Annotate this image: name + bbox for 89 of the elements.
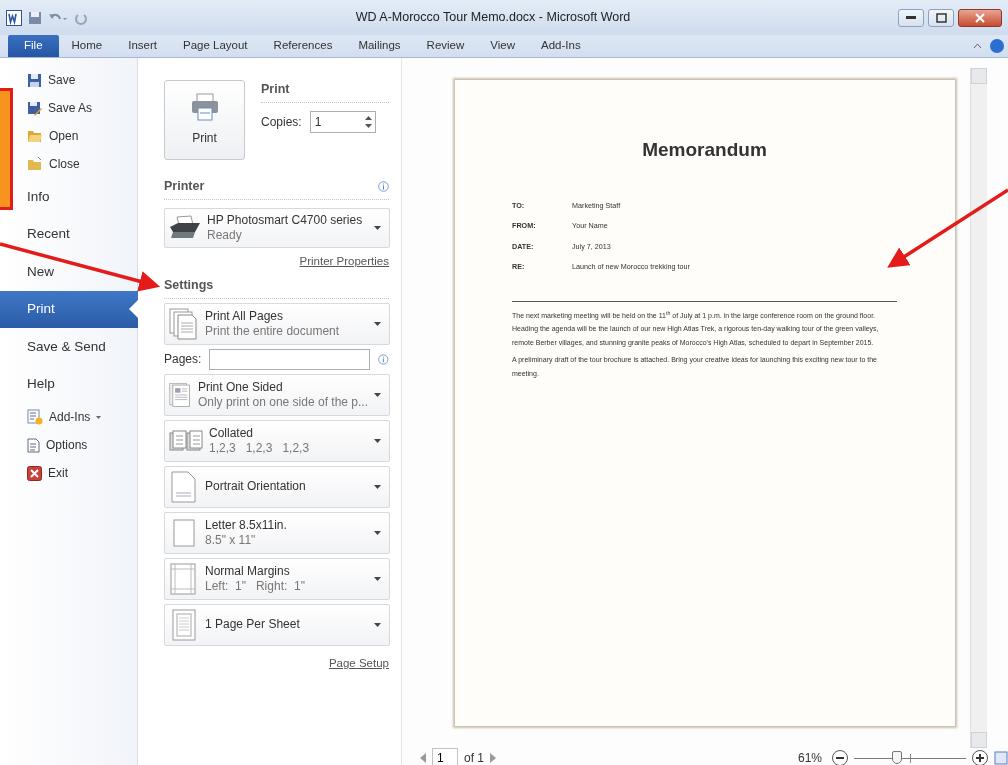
menu-item[interactable]: Close bbox=[16, 150, 138, 178]
zoom-out-button[interactable] bbox=[832, 750, 848, 765]
menu-item[interactable]: New bbox=[16, 253, 138, 291]
info-icon[interactable] bbox=[378, 353, 389, 365]
dropdown-arrow-icon bbox=[374, 438, 381, 443]
ribbon-tab[interactable]: Mailings bbox=[345, 35, 414, 57]
printer-icon bbox=[189, 93, 220, 121]
save-icon[interactable] bbox=[28, 10, 42, 25]
menu-item[interactable]: Save bbox=[16, 66, 138, 94]
ribbon-tab[interactable]: References bbox=[260, 35, 346, 57]
slider-thumb[interactable] bbox=[891, 751, 902, 764]
printer-properties-link[interactable]: Printer Properties bbox=[299, 252, 389, 270]
previous-page-icon[interactable] bbox=[420, 753, 426, 763]
dropdown-arrow-icon bbox=[374, 576, 381, 581]
page-count: of 1 bbox=[464, 750, 484, 765]
window-title: WD A-Morocco Tour Memo.docx - Microsoft Word bbox=[354, 9, 632, 27]
printer-icon bbox=[169, 214, 201, 241]
settings-dropdown[interactable]: Normal Margins Left: 1" Right: 1" bbox=[164, 557, 390, 600]
folder-icon bbox=[27, 157, 43, 171]
menu-item[interactable]: Open bbox=[16, 122, 138, 150]
settings-dropdown[interactable]: Portrait Orientation bbox=[164, 465, 390, 508]
section-heading: Printer bbox=[164, 178, 205, 195]
settings-dropdown[interactable]: Print One Sided Only print on one side of the p... bbox=[164, 373, 390, 416]
floppy-pencil-icon bbox=[27, 100, 42, 116]
word-logo-icon bbox=[6, 9, 22, 26]
dropdown-arrow-icon bbox=[374, 321, 381, 326]
maximize-button[interactable] bbox=[928, 8, 954, 27]
settings-dropdown[interactable]: Letter 8.5x11in. 8.5" x 11" bbox=[164, 511, 390, 554]
close-icon bbox=[975, 12, 985, 23]
minimize-icon bbox=[906, 15, 916, 20]
dropdown-arrow-icon bbox=[374, 392, 381, 397]
close-button[interactable] bbox=[958, 8, 1002, 27]
menu-item[interactable]: Options bbox=[16, 431, 138, 459]
menu-item[interactable]: Exit bbox=[16, 459, 138, 487]
folder-icon bbox=[27, 129, 43, 143]
ribbon-tab[interactable]: Insert bbox=[115, 35, 170, 57]
dropdown-arrow-icon bbox=[374, 225, 381, 230]
page-setup-link[interactable]: Page Setup bbox=[328, 654, 389, 672]
stacked-pages-icon bbox=[169, 307, 199, 340]
page-icon bbox=[169, 608, 199, 641]
checklist-gear-icon bbox=[27, 409, 43, 425]
menu-item[interactable]: Save As bbox=[16, 94, 138, 122]
document-icon bbox=[27, 437, 40, 453]
print-button[interactable]: Print bbox=[164, 80, 245, 160]
dropdown-arrow-icon bbox=[374, 484, 381, 489]
menu-item[interactable]: Help bbox=[16, 365, 138, 403]
next-page-icon[interactable] bbox=[490, 753, 496, 763]
section-heading: Settings bbox=[164, 276, 389, 299]
ribbon-tab[interactable]: Home bbox=[58, 35, 116, 57]
page-number-field[interactable]: 1 bbox=[432, 748, 458, 765]
vertical-scrollbar[interactable] bbox=[970, 68, 987, 748]
printer-dropdown[interactable]: HP Photosmart C4700 series Ready bbox=[164, 207, 390, 248]
collated-pages-icon bbox=[169, 429, 203, 452]
ribbon-tab[interactable]: Page Layout bbox=[170, 35, 261, 57]
close-icon bbox=[27, 465, 42, 481]
pages-label: Pages: bbox=[164, 351, 202, 369]
ribbon-tab[interactable]: View bbox=[477, 35, 528, 57]
copies-label: Copies: bbox=[261, 113, 302, 131]
zoom-percent: 61% bbox=[797, 750, 822, 765]
menu-item[interactable]: Info bbox=[16, 178, 138, 216]
menu-item[interactable]: Print bbox=[0, 290, 138, 328]
memo-title: Memorandum bbox=[641, 138, 768, 162]
menu-item[interactable]: Recent bbox=[16, 215, 138, 253]
plus-icon bbox=[976, 754, 984, 762]
portrait-page-icon bbox=[169, 470, 199, 503]
menu-item[interactable]: Save & Send bbox=[16, 328, 138, 366]
minimize-button[interactable] bbox=[898, 8, 924, 27]
dropdown-arrow-icon bbox=[374, 622, 381, 627]
settings-dropdown[interactable]: Collated 1,2,3 1,2,3 1,2,3 bbox=[164, 419, 390, 462]
settings-dropdown[interactable]: 1 Page Per Sheet bbox=[164, 603, 390, 646]
section-heading: Print bbox=[261, 80, 389, 103]
zoom-slider[interactable] bbox=[854, 751, 966, 765]
minus-icon bbox=[836, 757, 844, 759]
ribbon-tab[interactable]: File bbox=[8, 35, 59, 57]
dropdown-arrow-icon bbox=[374, 530, 381, 535]
maximize-icon bbox=[935, 12, 947, 23]
ribbon-tab[interactable]: Add-Ins bbox=[528, 35, 594, 57]
collapse-ribbon-icon[interactable] bbox=[973, 43, 982, 49]
page-margins-icon bbox=[169, 562, 199, 595]
info-icon[interactable] bbox=[378, 180, 389, 192]
zoom-in-button[interactable] bbox=[972, 750, 988, 765]
menu-item[interactable]: Add-Ins bbox=[16, 403, 138, 431]
spin-arrows-icon[interactable] bbox=[364, 114, 372, 129]
copies-spinner[interactable]: 1 bbox=[309, 110, 376, 133]
settings-dropdown[interactable]: Print All Pages Print the entire document bbox=[164, 302, 390, 345]
help-icon[interactable] bbox=[990, 39, 1004, 53]
caret-icon bbox=[96, 415, 102, 419]
ribbon-tab[interactable]: Review bbox=[413, 35, 478, 57]
pages-field[interactable] bbox=[209, 348, 371, 370]
